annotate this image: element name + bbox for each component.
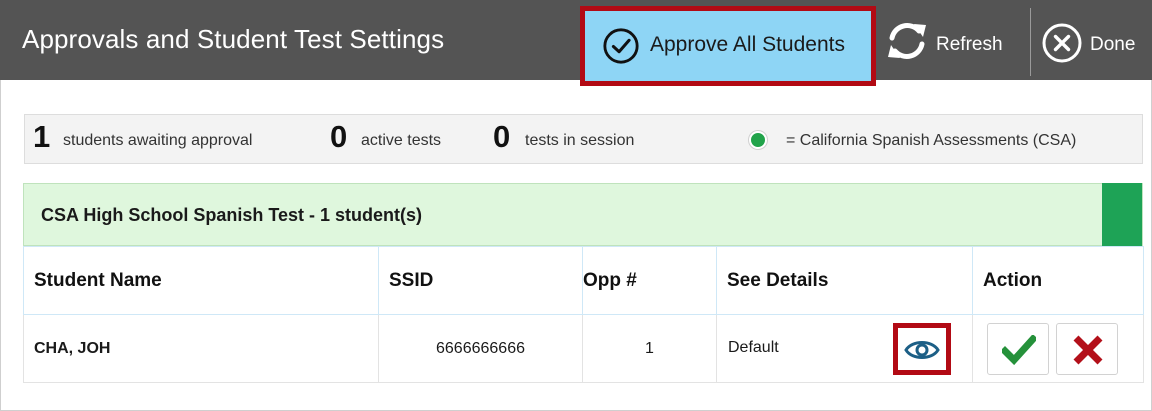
active-label: active tests xyxy=(361,132,442,149)
table-row: CHA, JOH 6666666666 1 Default xyxy=(23,314,1144,383)
checkmark-icon xyxy=(1002,335,1036,365)
awaiting-count: 1 xyxy=(33,119,51,154)
status-summary-bar: 1 students awaiting approval 0 active te… xyxy=(24,114,1143,164)
deny-student-button[interactable] xyxy=(1056,323,1118,375)
see-details-cell: Default xyxy=(716,314,973,383)
column-header-opp: Opp # xyxy=(582,246,717,315)
column-header-ssid: SSID xyxy=(378,246,583,315)
header-divider xyxy=(1030,8,1031,76)
approve-all-students-button[interactable]: Approve All Students xyxy=(580,6,876,86)
column-header-action: Action xyxy=(972,246,1144,315)
refresh-button[interactable]: Refresh xyxy=(885,18,1025,68)
test-group-header: CSA High School Spanish Test - 1 student… xyxy=(23,183,1143,246)
opp-cell: 1 xyxy=(582,314,717,383)
x-mark-icon xyxy=(1073,335,1103,365)
eye-icon xyxy=(904,341,940,359)
ssid-cell: 6666666666 xyxy=(378,314,583,383)
test-group-title: CSA High School Spanish Test - 1 student… xyxy=(41,205,423,225)
header-bar: Approvals and Student Test Settings Appr… xyxy=(0,0,1152,86)
close-circle-icon xyxy=(1042,23,1082,63)
test-group-accent xyxy=(1102,183,1142,246)
csa-legend-label: = California Spanish Assessments (CSA) xyxy=(786,132,1077,149)
column-header-student-name: Student Name xyxy=(23,246,379,315)
session-count: 0 xyxy=(493,119,511,154)
check-circle-icon xyxy=(603,28,639,64)
students-table: Student Name SSID Opp # See Details Acti… xyxy=(23,246,1144,383)
approve-student-button[interactable] xyxy=(987,323,1049,375)
session-label: tests in session xyxy=(525,132,635,149)
page-title: Approvals and Student Test Settings xyxy=(22,24,445,54)
done-label: Done xyxy=(1090,34,1136,55)
refresh-icon xyxy=(888,23,926,59)
active-count: 0 xyxy=(330,119,348,154)
csa-legend-dot xyxy=(749,131,767,149)
action-cell xyxy=(972,314,1144,383)
table-header-row: Student Name SSID Opp # See Details Acti… xyxy=(23,246,1144,315)
see-details-button[interactable] xyxy=(893,323,951,375)
details-value: Default xyxy=(728,339,779,356)
approve-all-label: Approve All Students xyxy=(650,33,845,56)
refresh-label: Refresh xyxy=(936,34,1003,55)
done-button[interactable]: Done xyxy=(1039,18,1152,68)
student-name-cell: CHA, JOH xyxy=(23,314,379,383)
column-header-see-details: See Details xyxy=(716,246,973,315)
awaiting-label: students awaiting approval xyxy=(63,132,253,149)
